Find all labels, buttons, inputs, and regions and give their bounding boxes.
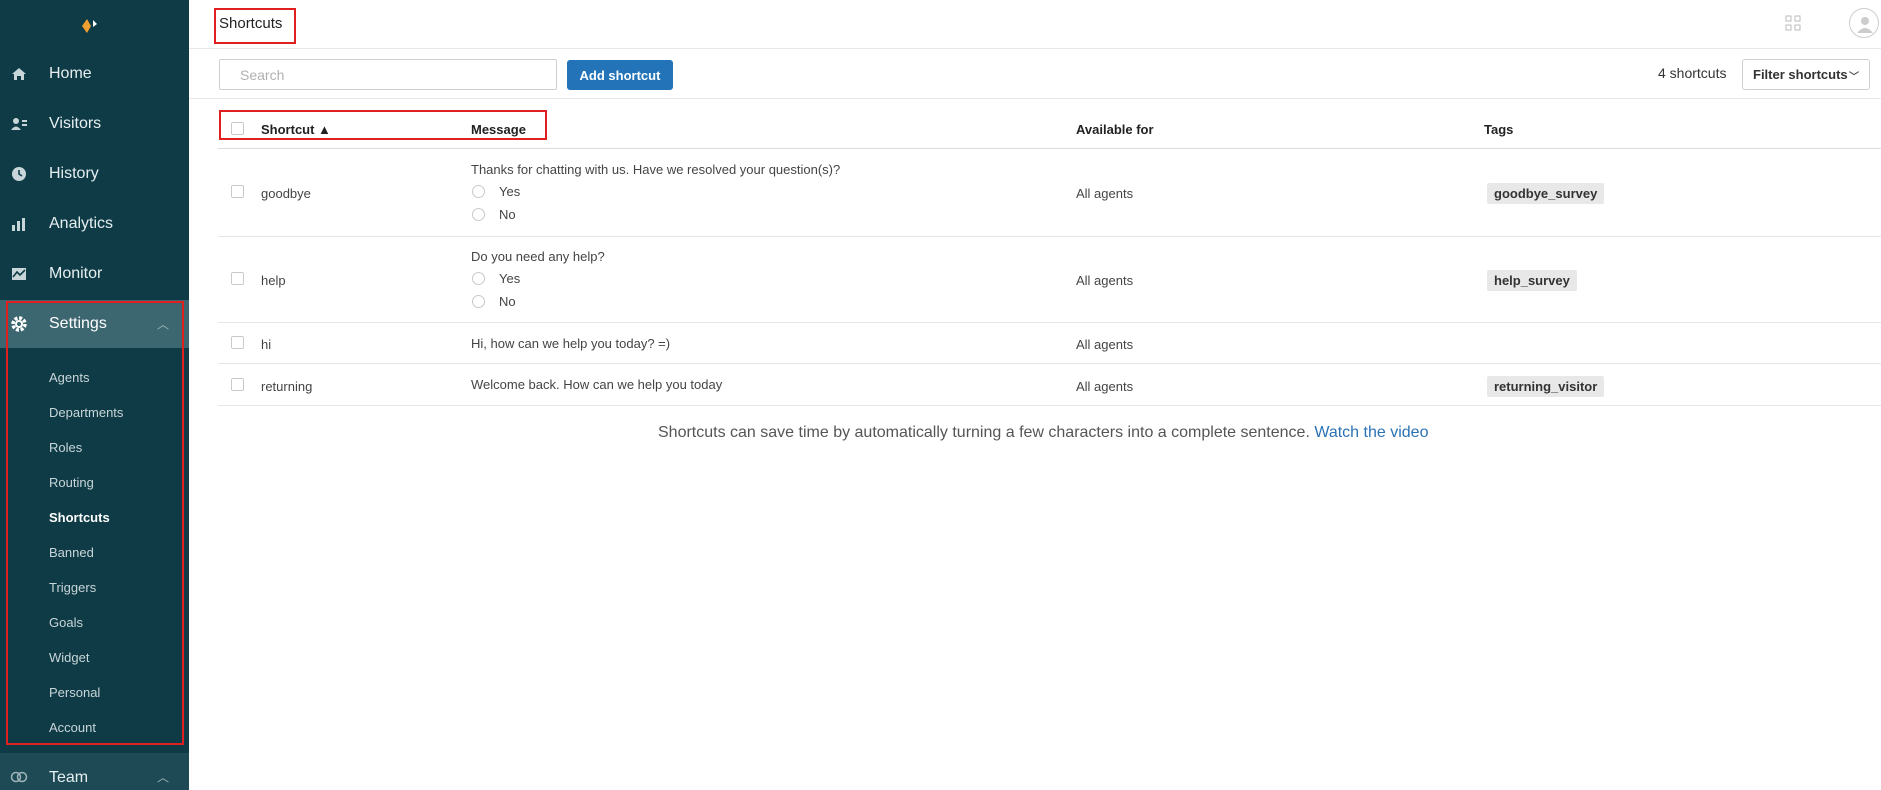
chevron-up-icon[interactable]: ︿ bbox=[157, 769, 169, 786]
nav-monitor-label: Monitor bbox=[49, 265, 103, 282]
apps-grid-icon[interactable] bbox=[1785, 15, 1801, 31]
shortcuts-hint: Shortcuts can save time by automatically… bbox=[658, 424, 1428, 442]
shortcut-message: Thanks for chatting with us. Have we res… bbox=[471, 162, 841, 177]
shortcut-message: Hi, how can we help you today? =) bbox=[471, 336, 671, 351]
survey-option-label: No bbox=[499, 294, 516, 309]
filter-shortcuts-label: Filter shortcuts bbox=[1753, 67, 1848, 82]
nav-analytics-label: Analytics bbox=[49, 215, 114, 232]
settings-item-label: Shortcuts bbox=[49, 510, 110, 525]
nav-settings-label: Settings bbox=[49, 315, 107, 332]
shortcut-name: hi bbox=[261, 337, 272, 352]
survey-option-label: Yes bbox=[499, 184, 521, 199]
nav-team-label: Team bbox=[49, 769, 89, 786]
nav-home[interactable]: Home bbox=[0, 50, 189, 98]
nav-home-label: Home bbox=[49, 65, 92, 82]
survey-option[interactable]: No bbox=[472, 207, 516, 222]
nav-settings[interactable]: Settings ︿ bbox=[0, 300, 189, 348]
search-input[interactable] bbox=[219, 59, 557, 90]
nav-visitors-label: Visitors bbox=[49, 115, 102, 132]
sidebar: Home Visitors History Analytics Monitor bbox=[0, 0, 189, 790]
settings-item-label: Personal bbox=[49, 685, 101, 700]
gear-icon bbox=[10, 315, 28, 333]
settings-item-label: Agents bbox=[49, 370, 90, 385]
column-header-message: Message bbox=[471, 122, 526, 137]
survey-option[interactable]: No bbox=[472, 294, 516, 309]
clock-icon bbox=[10, 165, 28, 183]
select-all-checkbox[interactable] bbox=[231, 122, 244, 135]
radio-button[interactable] bbox=[472, 185, 485, 198]
tag-badge[interactable]: help_survey bbox=[1487, 270, 1577, 291]
row-checkbox[interactable] bbox=[231, 378, 244, 391]
available-for: All agents bbox=[1076, 186, 1134, 201]
top-bar bbox=[189, 0, 1881, 49]
shortcut-name: goodbye bbox=[261, 186, 311, 201]
visitors-icon bbox=[10, 115, 28, 133]
settings-item-label: Account bbox=[49, 720, 96, 735]
nav-monitor[interactable]: Monitor bbox=[0, 250, 189, 298]
available-for: All agents bbox=[1076, 273, 1134, 288]
logo-icon[interactable] bbox=[76, 14, 104, 36]
settings-item-label: Banned bbox=[49, 545, 94, 560]
column-header-available: Available for bbox=[1076, 122, 1154, 137]
available-for: All agents bbox=[1076, 379, 1134, 394]
nav-history-label: History bbox=[49, 165, 99, 182]
team-icon bbox=[10, 768, 28, 786]
watch-video-link[interactable]: Watch the video bbox=[1314, 424, 1428, 441]
survey-option[interactable]: Yes bbox=[472, 271, 520, 286]
row-divider bbox=[218, 363, 1881, 364]
shortcut-message: Welcome back. How can we help you today bbox=[471, 377, 723, 392]
settings-item-label: Widget bbox=[49, 650, 90, 665]
settings-item-label: Triggers bbox=[49, 580, 97, 595]
nav-visitors[interactable]: Visitors bbox=[0, 100, 189, 148]
row-divider bbox=[218, 322, 1881, 323]
filter-shortcuts-button[interactable]: Filter shortcuts ﹀ bbox=[1742, 59, 1870, 90]
settings-item-label: Departments bbox=[49, 405, 124, 420]
available-for: All agents bbox=[1076, 337, 1134, 352]
row-divider bbox=[218, 236, 1881, 237]
survey-option-label: No bbox=[499, 207, 516, 222]
user-avatar-icon[interactable] bbox=[1849, 8, 1879, 38]
row-checkbox[interactable] bbox=[231, 185, 244, 198]
page-title: Shortcuts bbox=[219, 15, 283, 32]
hint-text: Shortcuts can save time by automatically… bbox=[658, 424, 1315, 441]
add-shortcut-button[interactable]: Add shortcut bbox=[567, 60, 673, 90]
radio-button[interactable] bbox=[472, 295, 485, 308]
row-checkbox[interactable] bbox=[231, 272, 244, 285]
bar-chart-icon bbox=[10, 215, 28, 233]
row-checkbox[interactable] bbox=[231, 336, 244, 349]
app: Home Visitors History Analytics Monitor bbox=[0, 0, 1881, 790]
monitor-icon bbox=[10, 265, 28, 283]
chevron-down-icon: ﹀ bbox=[1849, 72, 1859, 83]
row-divider bbox=[218, 405, 1881, 406]
settings-item-label: Goals bbox=[49, 615, 83, 630]
radio-button[interactable] bbox=[472, 208, 485, 221]
table-header bbox=[218, 110, 1881, 149]
tag-badge[interactable]: returning_visitor bbox=[1487, 376, 1605, 397]
survey-option-label: Yes bbox=[499, 271, 521, 286]
tag-badge[interactable]: goodbye_survey bbox=[1487, 183, 1605, 204]
shortcut-name: help bbox=[261, 273, 286, 288]
settings-item-label: Roles bbox=[49, 440, 83, 455]
nav-history[interactable]: History bbox=[0, 150, 189, 198]
shortcut-message: Do you need any help? bbox=[471, 249, 605, 264]
settings-item-label: Routing bbox=[49, 475, 94, 490]
survey-option[interactable]: Yes bbox=[472, 184, 520, 199]
column-header-tags: Tags bbox=[1484, 122, 1514, 137]
column-header-shortcut[interactable]: Shortcut ▲ bbox=[261, 122, 331, 137]
home-icon bbox=[10, 65, 28, 83]
shortcut-count: 4 shortcuts bbox=[1658, 65, 1727, 81]
nav-analytics[interactable]: Analytics bbox=[0, 200, 189, 248]
nav-team[interactable]: Team ︿ bbox=[0, 753, 189, 790]
shortcut-name: returning bbox=[261, 379, 313, 394]
chevron-up-icon[interactable]: ︿ bbox=[157, 316, 169, 333]
radio-button[interactable] bbox=[472, 272, 485, 285]
